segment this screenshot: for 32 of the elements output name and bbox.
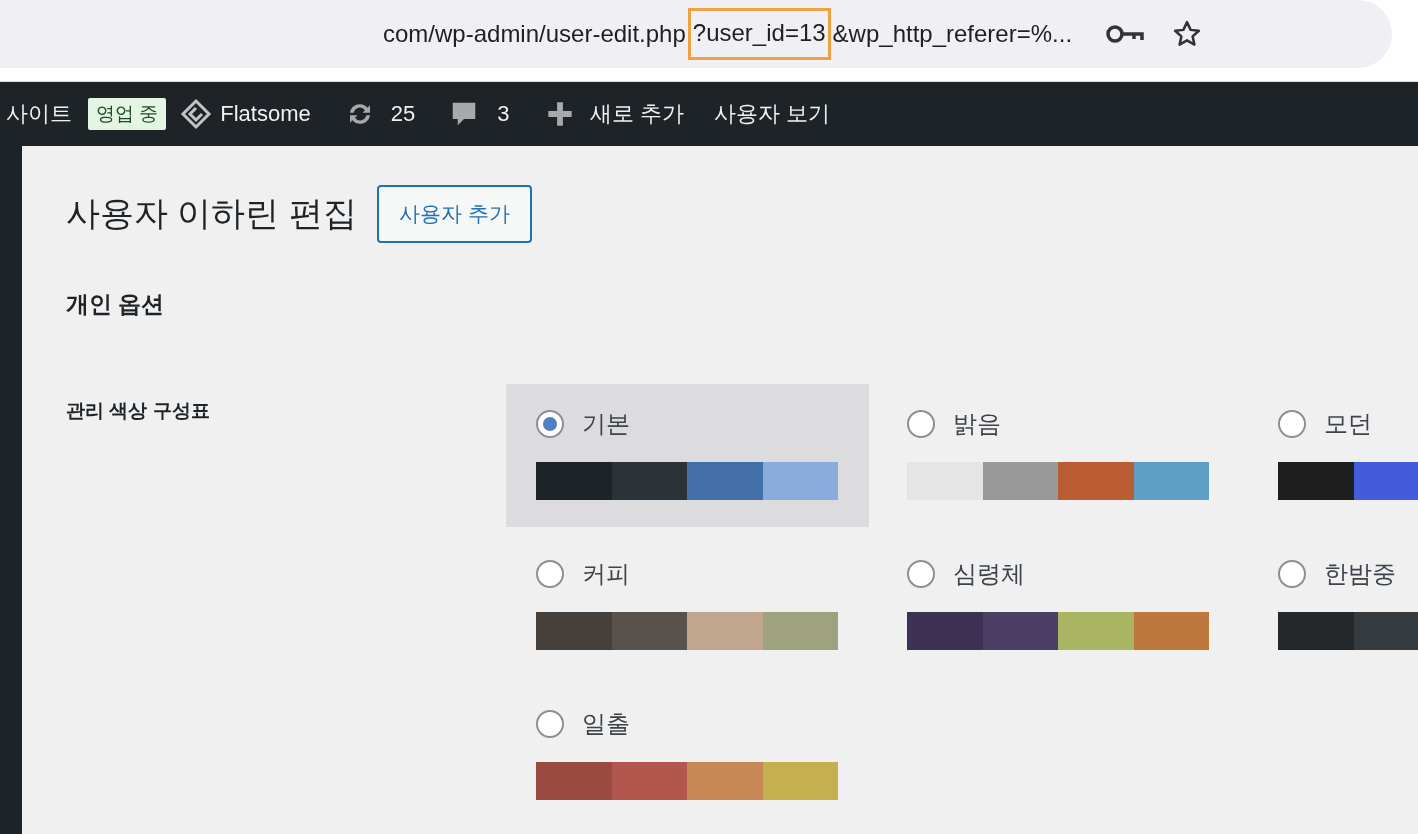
radio-button[interactable] bbox=[1278, 410, 1306, 438]
field-label: 관리 색상 구성표 bbox=[66, 399, 211, 423]
add-user-button[interactable]: 사용자 추가 bbox=[376, 185, 532, 243]
site-link[interactable]: 사이트 bbox=[6, 99, 72, 129]
radio-button[interactable] bbox=[907, 410, 935, 438]
radio-button[interactable] bbox=[536, 410, 564, 438]
url-text: &wp_http_referer=%... bbox=[832, 20, 1073, 48]
new-link[interactable]: 새로 추가 bbox=[589, 99, 684, 129]
star-icon[interactable] bbox=[1172, 19, 1203, 49]
highlighted-url-text: ?user_id=13 bbox=[687, 8, 831, 60]
radio-button[interactable] bbox=[907, 560, 935, 588]
status-badge: 영업 중 bbox=[88, 98, 167, 130]
page-title: 사용자 이하린 편집 bbox=[66, 193, 357, 234]
comment-count[interactable]: 3 bbox=[497, 101, 510, 127]
option-label[interactable]: 한밤중 bbox=[1324, 558, 1396, 590]
option-label[interactable]: 밝음 bbox=[953, 408, 1001, 440]
option-label[interactable]: 커피 bbox=[582, 558, 630, 590]
update-count[interactable]: 25 bbox=[390, 101, 416, 127]
option-label[interactable]: 모던 bbox=[1324, 408, 1372, 440]
option-label[interactable]: 심령체 bbox=[953, 558, 1025, 590]
option-label[interactable]: 기본 bbox=[582, 408, 630, 440]
radio-button[interactable] bbox=[536, 710, 564, 738]
section-title: 개인 옵션 bbox=[66, 290, 166, 319]
diamond-logo-icon bbox=[180, 98, 213, 130]
option-label[interactable]: 일출 bbox=[582, 708, 630, 740]
plus-icon bbox=[545, 100, 574, 128]
url-text: com/wp-admin/user-edit.php bbox=[383, 20, 686, 48]
radio-button[interactable] bbox=[1278, 560, 1306, 588]
view-user-link[interactable]: 사용자 보기 bbox=[713, 99, 830, 129]
radio-button[interactable] bbox=[536, 560, 564, 588]
key-icon[interactable] bbox=[1106, 22, 1147, 46]
theme-link[interactable]: Flatsome bbox=[220, 101, 311, 127]
